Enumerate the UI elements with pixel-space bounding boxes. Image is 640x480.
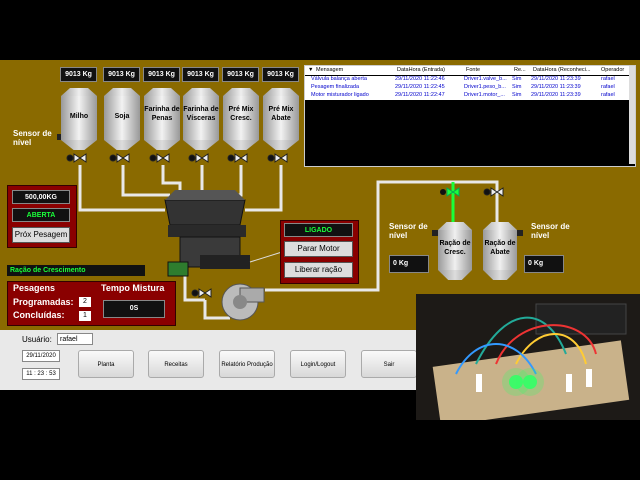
- alarm-cell: 29/11/2020 11:23:39: [531, 76, 581, 82]
- alarm-table[interactable]: ▼ Mensagem DataHora (Entrada) Fonte Re..…: [304, 65, 636, 167]
- level-abate-value: 0 Kg: [524, 255, 564, 273]
- time-display: 11 : 23 : 53: [22, 368, 60, 380]
- alarm-cell: Sim: [512, 76, 522, 82]
- scale-weight: 500,00KG: [12, 190, 70, 204]
- stop-motor-button[interactable]: Parar Motor: [284, 241, 353, 257]
- alarm-cell: Motor misturador ligado: [311, 92, 369, 98]
- alarm-cell: Sim: [512, 84, 522, 90]
- output-valve-open: [440, 187, 460, 197]
- alarm-cell: rafael: [601, 76, 615, 82]
- scale-status: ABERTA: [12, 208, 70, 222]
- user-label: Usuário:: [22, 335, 52, 344]
- level-cresc-value: 0 Kg: [389, 255, 429, 273]
- alarm-cell: Driver1.peso_b...: [464, 84, 506, 90]
- silo-name: Milho: [69, 113, 89, 120]
- nav-recipes-button[interactable]: Receitas: [148, 350, 204, 378]
- mixer-status: LIGADO: [284, 223, 353, 237]
- mixer-machine: [164, 190, 283, 277]
- silo-name: Farinha de Vísceras: [183, 106, 219, 122]
- blower: [221, 283, 265, 321]
- alarm-table-header: ▼ Mensagem DataHora (Entrada) Fonte Re..…: [305, 66, 635, 75]
- output-silo-abate-name: Ração de Abate: [484, 240, 516, 256]
- nav-login-button[interactable]: Login/Logout: [290, 350, 346, 378]
- silo-2: Soja: [104, 88, 140, 150]
- alarm-cell: 29/11/2020 11:22:45: [395, 84, 445, 90]
- sensor-cresc-box: [432, 230, 438, 236]
- mix-time-title: Tempo Mistura: [101, 283, 165, 293]
- alarm-cell: rafael: [601, 92, 615, 98]
- silo-name: Pré Mix Abate: [268, 106, 294, 122]
- silo-weight-display: 9013 Kg: [262, 67, 299, 82]
- alarm-cell: Válvula balança aberta: [311, 76, 367, 82]
- level-sensor-left-label: Sensor de nível: [13, 129, 52, 147]
- alarm-sort-icon[interactable]: ▼: [308, 67, 313, 73]
- programmed-value: 2: [79, 297, 91, 307]
- nav-plant-button[interactable]: Planta: [78, 350, 134, 378]
- silo-1: Milho: [61, 88, 97, 150]
- silo-weight-display: 9013 Kg: [222, 67, 259, 82]
- date-display: 29/11/2020: [22, 350, 60, 362]
- alarm-row[interactable]: Pesagem finalizada 29/11/2020 11:22:45 D…: [305, 84, 635, 92]
- alarm-cell: Driver1.valve_b...: [464, 76, 507, 82]
- alarm-scrollbar[interactable]: [629, 66, 635, 164]
- alarm-cell: 29/11/2020 11:23:39: [531, 92, 581, 98]
- alarm-col-entry-time[interactable]: DataHora (Entrada): [397, 67, 459, 73]
- alarm-col-source[interactable]: Fonte: [466, 67, 506, 73]
- alarm-row[interactable]: Motor misturador ligado 29/11/2020 11:22…: [305, 92, 635, 100]
- silo-5: Pré Mix Cresc.: [223, 88, 259, 150]
- alarm-cell: 29/11/2020 11:22:47: [395, 92, 445, 98]
- alarm-col-message[interactable]: Mensagem: [316, 67, 391, 73]
- silo-name: Pré Mix Cresc.: [228, 106, 254, 122]
- silo-name: Farinha de Penas: [144, 106, 180, 122]
- done-label: Concluídas:: [13, 310, 65, 320]
- breadboard-photo: [416, 294, 640, 420]
- output-silo-cresc-name: Ração de Cresc.: [439, 240, 471, 256]
- alarm-cell: Sim: [512, 92, 522, 98]
- mix-time-value: 0S: [103, 300, 165, 318]
- silo-weight-display: 9013 Kg: [143, 67, 180, 82]
- webcam-overlay: [416, 294, 640, 420]
- alarm-col-ack-time[interactable]: DataHora (Reconheci...: [533, 67, 597, 73]
- bottom-letterbox-right: [416, 420, 640, 480]
- sensor-cresc-label: Sensor de nível: [389, 222, 428, 240]
- recipe-name: Ração de Crescimento: [7, 265, 145, 276]
- silo-weight-display: 9013 Kg: [103, 67, 140, 82]
- alarm-col-ack[interactable]: Re...: [514, 67, 528, 73]
- alarm-row[interactable]: Válvula balança aberta 29/11/2020 11:22:…: [305, 76, 635, 84]
- sensor-abate-label: Sensor de nível: [531, 222, 570, 240]
- alarm-cell: rafael: [601, 84, 615, 90]
- silo-4: Farinha de Vísceras: [183, 88, 219, 150]
- alarm-cell: Driver1.motor_...: [464, 92, 505, 98]
- silo-weight-display: 9013 Kg: [60, 67, 97, 82]
- alarm-cell: Pesagem finalizada: [311, 84, 360, 90]
- output-silo-abate: Ração de Abate: [483, 222, 517, 282]
- next-weighing-button[interactable]: Próx Pesagem: [12, 227, 70, 243]
- release-feed-button[interactable]: Liberar ração: [284, 262, 353, 278]
- done-value: 1: [79, 311, 91, 321]
- silo-name: Soja: [114, 113, 130, 120]
- silo-3: Farinha de Penas: [144, 88, 180, 150]
- alarm-cell: 29/11/2020 11:23:39: [531, 84, 581, 90]
- silo-weight-display: 9013 Kg: [182, 67, 219, 82]
- alarm-cell: 29/11/2020 11:22:46: [395, 76, 445, 82]
- sensor-abate-box: [517, 230, 523, 236]
- programmed-label: Programadas:: [13, 297, 74, 307]
- nav-production-report-button[interactable]: Relatório Produção: [219, 350, 275, 378]
- user-value: rafael: [57, 333, 93, 345]
- output-silo-cresc: Ração de Cresc.: [438, 222, 472, 282]
- weighings-title: Pesagens: [13, 283, 56, 293]
- bottom-letterbox: [0, 390, 416, 480]
- silo-6: Pré Mix Abate: [263, 88, 299, 150]
- nav-exit-button[interactable]: Sair: [361, 350, 417, 378]
